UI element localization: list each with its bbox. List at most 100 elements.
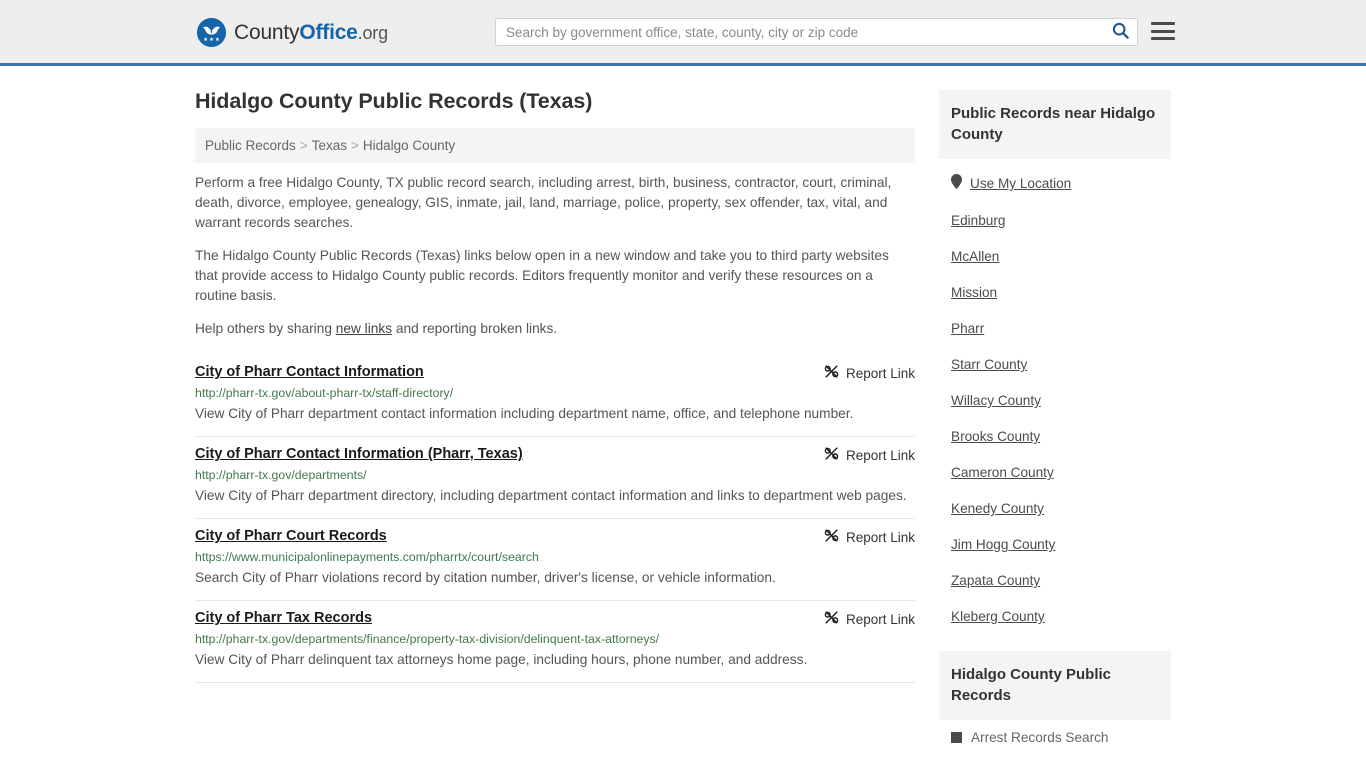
intro-paragraph-1: Perform a free Hidalgo County, TX public… — [195, 175, 892, 230]
broken-link-icon — [824, 364, 839, 382]
sidebar-places-list: Edinburg McAllen Mission Pharr Starr County W… — [939, 203, 1171, 635]
report-link-label: Report Link — [845, 447, 915, 463]
listing-url: https://www.municipalonlinepayments.com/… — [195, 550, 539, 564]
search-icon — [1112, 22, 1129, 42]
sidebar-place-link[interactable]: Pharr — [951, 320, 984, 338]
sidebar-record-item[interactable]: Arrest Records Search — [939, 720, 1171, 745]
listing-item: City of Pharr Court Records Report Link ht… — [195, 519, 915, 601]
sidebar-place-link[interactable]: Starr County — [951, 356, 1027, 374]
sidebar-record-link[interactable]: Arrest Records Search — [971, 730, 1109, 745]
breadcrumb: Public Records > Texas > Hidalgo County — [195, 128, 915, 163]
hamburger-bar-1 — [1151, 22, 1175, 25]
report-link-button[interactable]: Report Link — [824, 609, 915, 628]
sidebar-place-item[interactable]: Kleberg County — [939, 599, 1171, 635]
hamburger-bar-3 — [1151, 37, 1175, 40]
listing-item: City of Pharr Contact Information Report … — [195, 356, 915, 437]
broken-link-icon — [824, 528, 839, 546]
sidebar-place-item[interactable]: McAllen — [939, 239, 1171, 275]
sidebar-place-link[interactable]: Zapata County — [951, 572, 1040, 590]
sidebar-place-item[interactable]: Cameron County — [939, 455, 1171, 491]
eagle-stars-logo-icon — [197, 18, 226, 47]
listing-description: View City of Pharr delinquent tax attorn… — [195, 652, 808, 667]
logo-text-office: Office — [299, 20, 358, 44]
breadcrumb-item-hidalgo-county[interactable]: Hidalgo County — [363, 138, 455, 153]
page-title: Hidalgo County Public Records (Texas) — [195, 89, 593, 113]
site-header: CountyOffice.org — [0, 0, 1366, 66]
hamburger-bar-2 — [1151, 29, 1175, 33]
sidebar-place-item[interactable]: Jim Hogg County — [939, 527, 1171, 563]
sidebar-place-link[interactable]: Edinburg — [951, 212, 1005, 230]
sidebar-place-item[interactable]: Edinburg — [939, 203, 1171, 239]
use-my-location-label[interactable]: Use My Location — [970, 175, 1071, 193]
sidebar-place-link[interactable]: Kenedy County — [951, 500, 1044, 518]
listing-url: http://pharr-tx.gov/departments/ — [195, 468, 367, 482]
hamburger-menu-icon[interactable] — [1151, 19, 1175, 43]
search-button[interactable] — [1103, 19, 1137, 45]
report-link-label: Report Link — [845, 365, 915, 381]
site-logo-link[interactable]: CountyOffice.org — [197, 18, 388, 47]
listing-title-link[interactable]: City of Pharr Court Records — [195, 527, 387, 546]
share-text-after: and reporting broken links. — [392, 321, 558, 336]
listing-url: http://pharr-tx.gov/departments/finance/… — [195, 632, 660, 646]
listing-item: City of Pharr Contact Information (Pharr… — [195, 437, 915, 519]
breadcrumb-item-public-records[interactable]: Public Records — [205, 138, 296, 153]
location-pin-icon — [951, 174, 962, 194]
search-bar[interactable] — [495, 18, 1138, 46]
breadcrumb-separator-2: > — [350, 138, 359, 153]
sidebar-place-item[interactable]: Willacy County — [939, 383, 1171, 419]
sidebar-records-title: Hidalgo County Public Records — [939, 651, 1171, 720]
main-content: Hidalgo County Public Records (Texas) Pu… — [195, 66, 915, 683]
broken-link-icon — [824, 446, 839, 464]
sidebar-item-use-my-location[interactable]: Use My Location — [939, 165, 1171, 203]
listing-title-link[interactable]: City of Pharr Contact Information (Pharr… — [195, 445, 523, 464]
logo-text-county: County — [234, 20, 300, 44]
site-logo-text: CountyOffice.org — [234, 21, 388, 45]
sidebar-near-title: Public Records near Hidalgo County — [939, 90, 1171, 159]
intro-paragraph-2: The Hidalgo County Public Records (Texas… — [195, 248, 889, 303]
listings-container: City of Pharr Contact Information Report … — [195, 356, 915, 683]
new-links-link[interactable]: new links — [336, 321, 392, 336]
breadcrumb-item-texas[interactable]: Texas — [312, 138, 347, 153]
sidebar-records-list: Arrest Records Search — [939, 720, 1171, 745]
breadcrumb-separator-1: > — [299, 138, 308, 153]
sidebar-near-links: Use My Location Edinburg McAllen Mission Ph… — [939, 159, 1171, 635]
sidebar-place-link[interactable]: McAllen — [951, 248, 999, 266]
sidebar-place-link[interactable]: Jim Hogg County — [951, 536, 1055, 554]
sidebar-place-item[interactable]: Zapata County — [939, 563, 1171, 599]
sidebar-place-link[interactable]: Kleberg County — [951, 608, 1045, 626]
listing-header: City of Pharr Court Records Report Link — [195, 527, 915, 546]
report-link-button[interactable]: Report Link — [824, 363, 915, 382]
sidebar-place-item[interactable]: Mission — [939, 275, 1171, 311]
sidebar: Public Records near Hidalgo County Use M… — [939, 66, 1171, 745]
intro-paragraph-3: Help others by sharing new links and rep… — [195, 319, 915, 339]
page-body: Hidalgo County Public Records (Texas) Pu… — [0, 66, 1366, 745]
report-link-label: Report Link — [845, 611, 915, 627]
square-bullet-icon — [951, 732, 962, 743]
sidebar-place-item[interactable]: Starr County — [939, 347, 1171, 383]
listing-description: View City of Pharr department contact in… — [195, 406, 854, 421]
listing-header: City of Pharr Tax Records Report Link — [195, 609, 915, 628]
sidebar-place-link[interactable]: Mission — [951, 284, 997, 302]
intro-text: Perform a free Hidalgo County, TX public… — [195, 173, 915, 339]
sidebar-place-link[interactable]: Cameron County — [951, 464, 1054, 482]
sidebar-place-item[interactable]: Kenedy County — [939, 491, 1171, 527]
sidebar-place-item[interactable]: Pharr — [939, 311, 1171, 347]
listing-title-link[interactable]: City of Pharr Tax Records — [195, 609, 372, 628]
sidebar-place-link[interactable]: Brooks County — [951, 428, 1040, 446]
sidebar-place-link[interactable]: Willacy County — [951, 392, 1041, 410]
report-link-button[interactable]: Report Link — [824, 445, 915, 464]
report-link-button[interactable]: Report Link — [824, 527, 915, 546]
listing-header: City of Pharr Contact Information (Pharr… — [195, 445, 915, 464]
search-input[interactable] — [496, 19, 1103, 45]
listing-url: http://pharr-tx.gov/about-pharr-tx/staff… — [195, 386, 454, 400]
listing-header: City of Pharr Contact Information Report … — [195, 363, 915, 382]
listing-title-link[interactable]: City of Pharr Contact Information — [195, 363, 424, 382]
listing-description: Search City of Pharr violations record b… — [195, 570, 776, 585]
listing-description: View City of Pharr department directory,… — [195, 488, 907, 503]
logo-text-org: .org — [357, 22, 388, 43]
listing-item: City of Pharr Tax Records Report Link http… — [195, 601, 915, 683]
share-text-before: Help others by sharing — [195, 321, 336, 336]
broken-link-icon — [824, 610, 839, 628]
sidebar-place-item[interactable]: Brooks County — [939, 419, 1171, 455]
